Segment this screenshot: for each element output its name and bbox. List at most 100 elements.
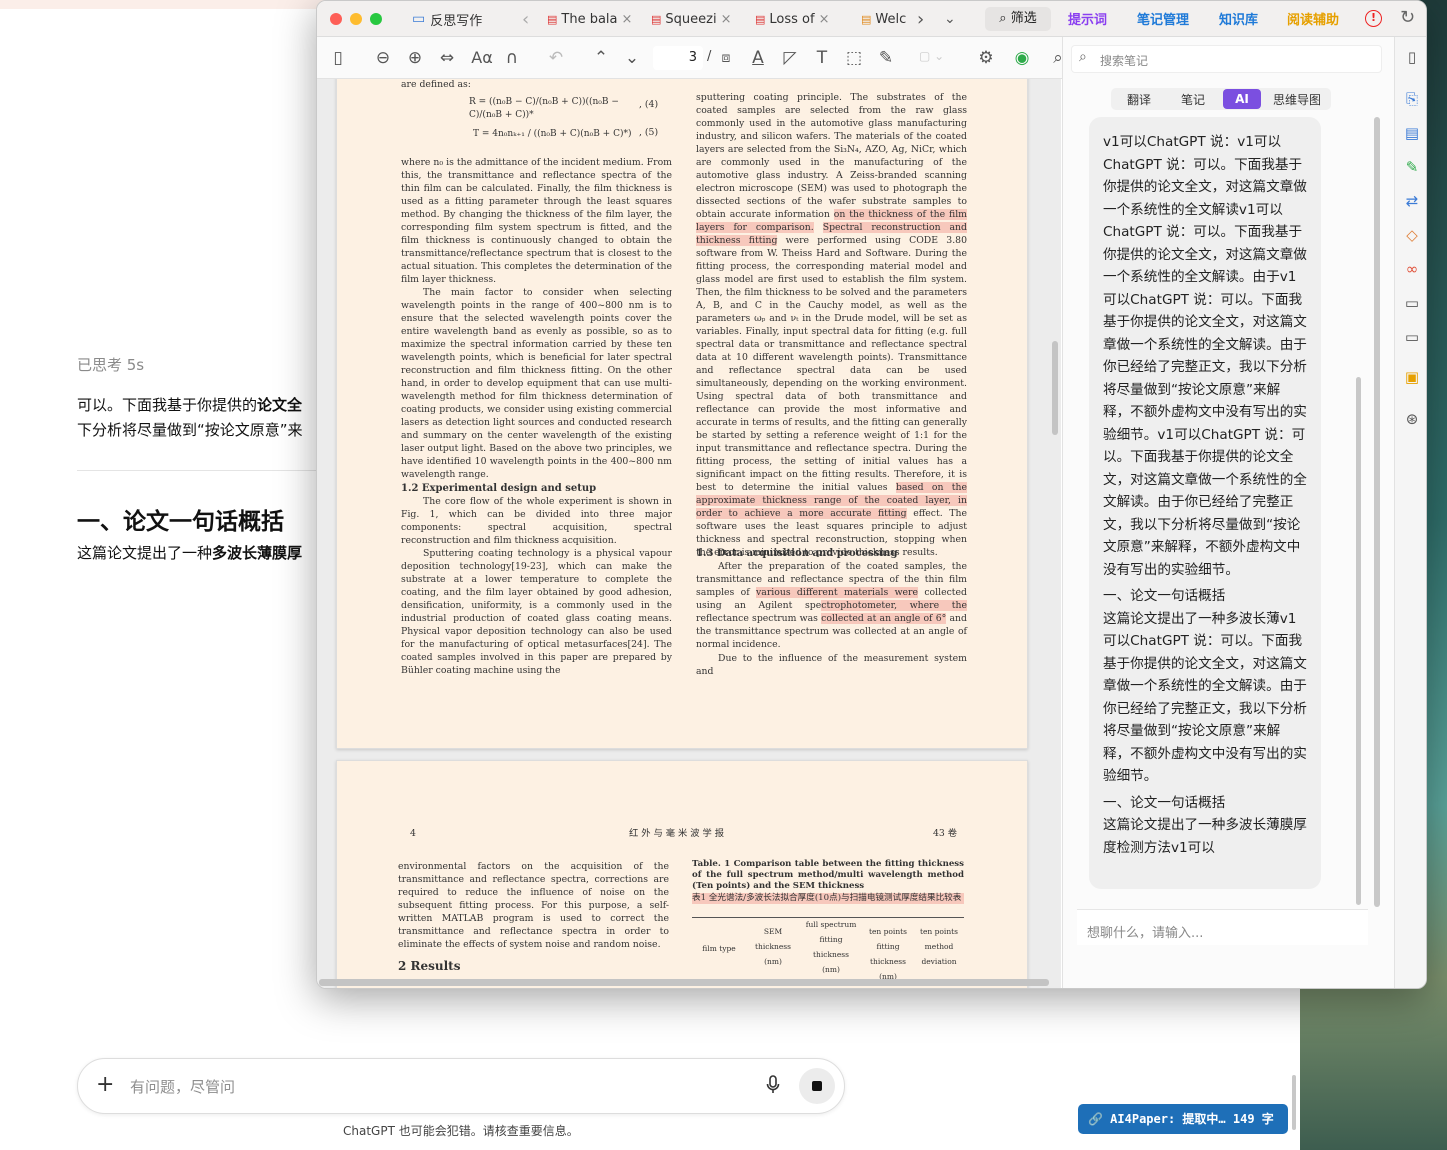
horizontal-scrollbar[interactable] [319, 979, 1049, 986]
chat-input-placeholder[interactable]: 有问题，尽管问 [130, 1076, 235, 1097]
table-header-cell: SEM thickness (nm) [755, 927, 791, 966]
stop-button[interactable] [799, 1068, 835, 1104]
tab-ai[interactable]: AI [1223, 89, 1261, 109]
tab-scroll-left-icon[interactable]: ‹ [522, 7, 529, 31]
tab-list-chevron-icon[interactable]: ⌄ [944, 7, 956, 31]
table-header-cell: ten points method deviation [919, 927, 959, 966]
close-window-button[interactable] [330, 13, 342, 25]
section-1-3-heading: 1.3 Data acquisition and processing [696, 548, 898, 559]
settings-icon[interactable]: ⚙ [975, 47, 997, 69]
next-page-icon[interactable]: ⌄ [621, 47, 643, 69]
refresh-icon[interactable]: ↻ [1400, 7, 1415, 28]
note-icon[interactable]: ◸ [779, 47, 801, 69]
sidebar-toggle-icon[interactable]: ▯ [327, 47, 349, 69]
zoom-out-icon[interactable]: ⊖ [372, 47, 394, 69]
knowledge-base-button[interactable]: 知识库 [1219, 9, 1258, 28]
fit-width-icon[interactable]: ⇔ [436, 47, 458, 69]
alert-icon[interactable]: ! [1365, 10, 1382, 27]
tab-word[interactable]: ▤ Welc [861, 7, 913, 31]
close-tab-icon[interactable]: × [721, 12, 732, 27]
text-box-icon[interactable]: ⧈ [715, 47, 737, 69]
maximize-window-button[interactable] [370, 13, 382, 25]
table-header-cell: film type [702, 944, 736, 953]
prompt-button[interactable]: 提示词 [1068, 9, 1107, 28]
thinking-label[interactable]: 已思考 5s [77, 354, 144, 375]
filter-button[interactable]: ⌕ 筛选 [985, 7, 1051, 31]
highlight[interactable]: ctrophotometer, where the [821, 600, 967, 611]
results-heading: 2 Results [398, 959, 461, 973]
divider [77, 470, 317, 471]
highlight[interactable]: various different materials were [756, 587, 918, 598]
book-icon[interactable]: ▣ [1402, 367, 1422, 387]
pdf-reader-window: ▭ 反思写作 ‹ ▤ The bala × ▤ Squeezi × ▤ Loss of × ▤… [316, 0, 1427, 989]
font-size-icon[interactable]: Aα [469, 47, 495, 69]
tab-translate[interactable]: 翻译 [1119, 91, 1159, 108]
minimize-window-button[interactable] [350, 13, 362, 25]
ai4paper-status-badge[interactable]: 🔗 AI4Paper: 提取中… 149 字 [1078, 1104, 1288, 1134]
reading-assist-button[interactable]: 阅读辅助 [1287, 9, 1339, 28]
panel-tabs: 翻译 笔记 AI 思维导图 [1111, 88, 1331, 110]
notes-search-placeholder[interactable]: 搜索笔记 [1100, 52, 1148, 69]
tab-pdf-1[interactable]: ▤ The bala × [547, 7, 635, 31]
tab-label: Squeezi [665, 11, 717, 27]
vertical-scrollbar[interactable] [1052, 341, 1058, 435]
attachment-icon[interactable]: ✎ [1402, 157, 1422, 177]
bg-scrollbar[interactable] [1292, 1075, 1296, 1130]
color-dropdown[interactable]: ▢ ⌄ [919, 49, 959, 67]
pdf-view[interactable]: are defined as: R = ((n₀B − C)/(n₀B + C)… [317, 79, 1061, 988]
answer-line-2: 下分析将尽量做到“按论文原意”来 [77, 421, 303, 439]
search-icon: ⌕ [1079, 49, 1087, 65]
panel-toggle-icon[interactable]: ▯ [1402, 47, 1422, 67]
volume-label: 43 卷 [933, 828, 958, 839]
link-icon[interactable]: ∞ [1402, 259, 1422, 279]
highlight[interactable]: collected at an angle of 6° [821, 613, 947, 624]
crop-icon[interactable]: ⬚ [843, 47, 865, 69]
table-caption-chinese[interactable]: 表1 全光谱法/多波长法拟合厚度(10点)与扫描电镜测试厚度结果比较表 [692, 893, 964, 904]
text-tool-icon[interactable]: T [811, 47, 833, 69]
export-icon[interactable]: ⊛ [1402, 409, 1422, 429]
page-number-input[interactable]: 3 [653, 46, 703, 70]
tab-mindmap[interactable]: 思维导图 [1269, 91, 1325, 108]
document-search-icon[interactable]: ⎘ [1402, 89, 1422, 109]
text-color-icon[interactable]: A [747, 47, 769, 69]
right-last-line: Due to the influence of the measurement … [696, 653, 967, 677]
page-note-icon[interactable]: ▭ [1402, 327, 1422, 347]
notes-list-icon[interactable]: ▤ [1402, 123, 1422, 143]
note-manage-button[interactable]: 笔记管理 [1137, 9, 1189, 28]
page-icon[interactable]: ▭ [1402, 293, 1422, 313]
ai-chat-input-placeholder[interactable]: 想聊什么，请输入... [1087, 922, 1203, 941]
eye-icon[interactable]: ◉ [1011, 47, 1033, 69]
translate-icon[interactable]: ⇄ [1402, 191, 1422, 211]
pdf-icon: ▤ [755, 12, 766, 26]
tab-pdf-2[interactable]: ▤ Squeezi × [651, 7, 739, 31]
tag-icon[interactable]: ◇ [1402, 225, 1422, 245]
pdf-page-4: 4 红 外 与 毫 米 波 学 报 43 卷 environmental fac… [336, 760, 1028, 988]
headphones-icon[interactable]: ∩ [501, 47, 523, 69]
page4-left-paragraph: environmental factors on the acquisition… [398, 861, 669, 950]
disclaimer: ChatGPT 也可能会犯错。请核查重要信息。 [343, 1124, 579, 1138]
filter-label: 筛选 [1010, 11, 1037, 26]
right-column-text: sputtering coating principle. The substr… [696, 91, 967, 559]
previous-page-icon[interactable]: ⌃ [590, 47, 612, 69]
signature-icon[interactable]: ✎ [875, 47, 897, 69]
tab-folder[interactable]: ▭ 反思写作 [412, 7, 512, 31]
tab-pdf-3[interactable]: ▤ Loss of × [755, 7, 843, 31]
zoom-in-icon[interactable]: ⊕ [404, 47, 426, 69]
panel-scrollbar[interactable] [1374, 117, 1380, 907]
answer-bold: 论文全 [257, 396, 303, 414]
undo-icon[interactable]: ↶ [545, 47, 567, 69]
tab-scroll-right-icon[interactable]: › [917, 7, 924, 31]
notes-panel: ⌕ 搜索笔记 翻译 笔记 AI 思维导图 v1可以ChatGPT 说：v1可以C… [1062, 37, 1394, 988]
tab-notes[interactable]: 笔记 [1173, 91, 1213, 108]
right-text-part: sputtering coating principle. The substr… [696, 92, 967, 220]
notes-search-box[interactable]: ⌕ 搜索笔记 [1071, 45, 1382, 73]
chat-scrollbar[interactable] [1356, 377, 1361, 905]
close-tab-icon[interactable]: × [622, 12, 633, 27]
ai-chat-input[interactable]: 想聊什么，请输入... [1077, 909, 1368, 945]
plus-icon[interactable]: + [96, 1072, 114, 1097]
microphone-icon[interactable] [766, 1074, 780, 1096]
chat-input-box[interactable]: + 有问题，尽管问 [77, 1058, 845, 1114]
equation-5: T = 4n₀nₖ₊₁ / ((n₀B + C)(n₀B + C)*) [473, 129, 632, 139]
close-tab-icon[interactable]: × [819, 12, 830, 27]
answer-line-1: 可以。下面我基于你提供的论文全 [77, 393, 317, 417]
